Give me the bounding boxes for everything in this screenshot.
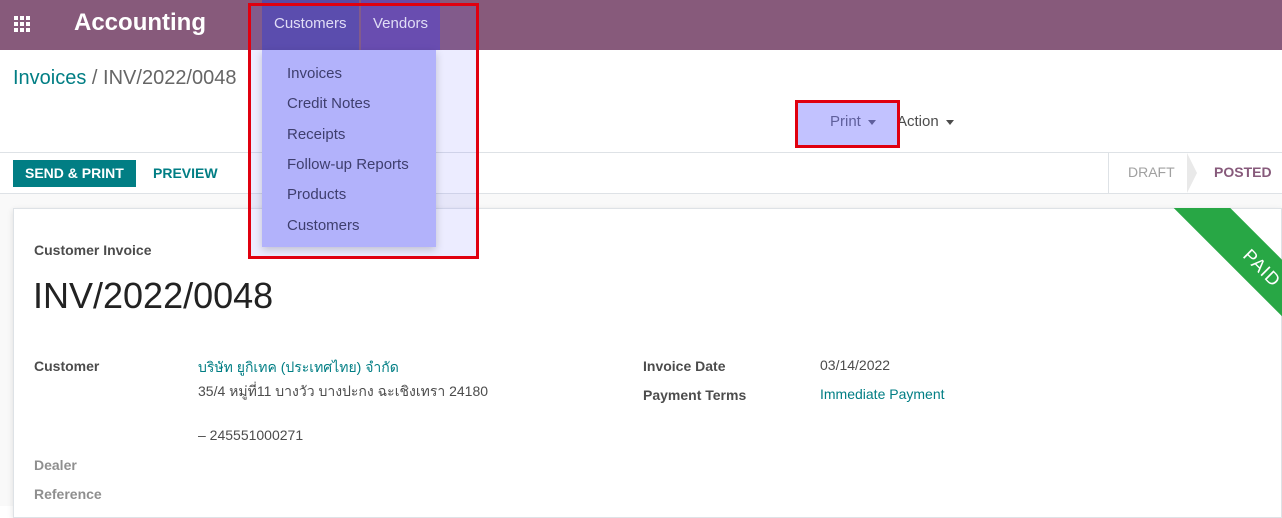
payment-terms-label: Payment Terms bbox=[643, 387, 747, 403]
breadcrumb-invoices-link[interactable]: Invoices bbox=[13, 67, 86, 89]
send-and-print-button[interactable]: SEND & PRINT bbox=[13, 160, 136, 187]
customer-tax-id: – 245551000271 bbox=[198, 427, 304, 443]
reference-label: Reference bbox=[34, 486, 102, 502]
invoice-number: INV/2022/0048 bbox=[33, 275, 274, 316]
paid-ribbon-label: PAID bbox=[1163, 208, 1282, 367]
paid-ribbon: PAID bbox=[1112, 208, 1282, 378]
invoice-date-value[interactable]: 03/14/2022 bbox=[820, 357, 890, 373]
stage-draft[interactable]: DRAFT bbox=[1128, 164, 1175, 180]
invoice-type: Customer Invoice bbox=[34, 242, 152, 258]
top-navbar: Accounting Customers Vendors bbox=[0, 0, 1282, 50]
form-statusbar: SEND & PRINT PREVIEW DRAFT POSTED bbox=[0, 152, 1282, 194]
invoice-date-label: Invoice Date bbox=[643, 358, 726, 374]
apps-menu-icon[interactable] bbox=[14, 16, 30, 32]
breadcrumb: Invoices / INV/2022/0048 bbox=[13, 67, 236, 90]
customer-label: Customer bbox=[34, 358, 100, 374]
stage-arrow-icon bbox=[1187, 153, 1197, 193]
payment-terms-value[interactable]: Immediate Payment bbox=[820, 386, 945, 402]
caret-down-icon bbox=[945, 119, 954, 125]
dealer-label: Dealer bbox=[34, 457, 77, 473]
action-dropdown-button[interactable]: Action bbox=[897, 113, 954, 130]
breadcrumb-current: INV/2022/0048 bbox=[103, 67, 237, 89]
customer-name-link[interactable]: บริษัท ยูกิเทค (ประเทศไทย) จำกัด bbox=[198, 357, 399, 379]
menu-highlight-box bbox=[248, 3, 479, 259]
app-title[interactable]: Accounting bbox=[74, 9, 206, 37]
breadcrumb-separator: / bbox=[86, 67, 104, 89]
customer-address: 35/4 หมู่ที่11 บางวัว บางปะกง ฉะเชิงเทรา… bbox=[198, 383, 489, 399]
status-stages: DRAFT POSTED bbox=[1108, 153, 1282, 193]
preview-button[interactable]: PREVIEW bbox=[153, 160, 218, 187]
stage-posted[interactable]: POSTED bbox=[1214, 164, 1272, 180]
action-label: Action bbox=[897, 113, 939, 130]
print-highlight-box bbox=[795, 100, 900, 148]
